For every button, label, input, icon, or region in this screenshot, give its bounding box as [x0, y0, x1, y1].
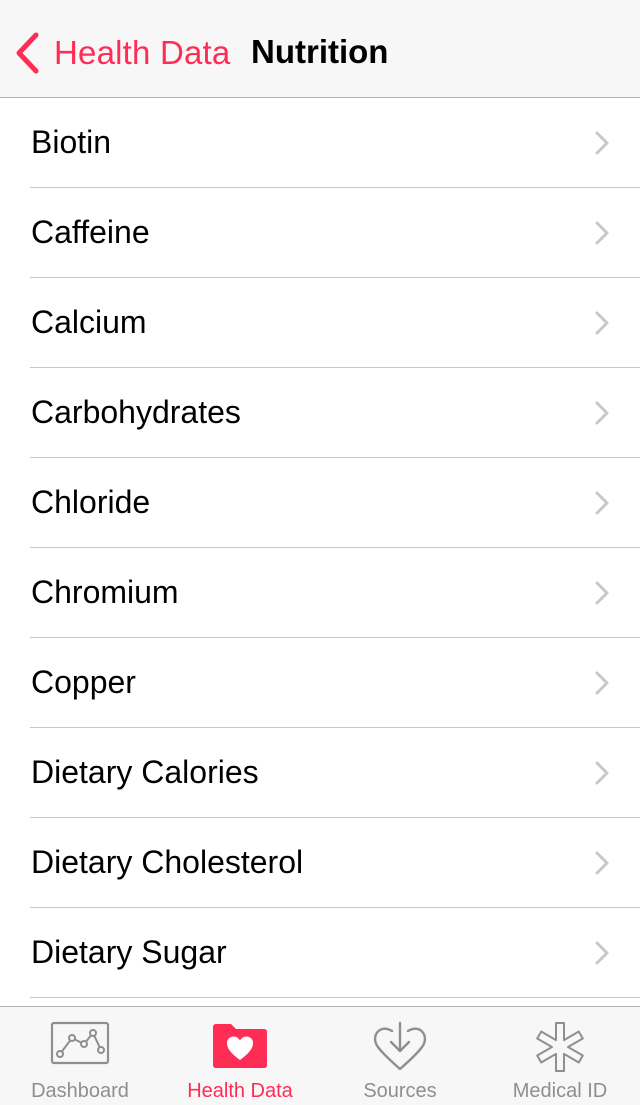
back-button[interactable]: Health Data — [12, 26, 230, 80]
tab-dashboard[interactable]: Dashboard — [0, 1007, 160, 1105]
navigation-bar: Health Data Nutrition — [0, 0, 640, 98]
chevron-right-icon — [595, 491, 609, 515]
chevron-right-icon — [595, 941, 609, 965]
list-item-label: Carbohydrates — [31, 393, 241, 430]
list-item-label: Caffeine — [31, 213, 150, 250]
list-item-chromium[interactable]: Chromium — [0, 548, 640, 638]
list-item-dietary-cholesterol[interactable]: Dietary Cholesterol — [0, 818, 640, 908]
page-title: Nutrition — [251, 33, 389, 70]
list-item-caffeine[interactable]: Caffeine — [0, 188, 640, 278]
chevron-right-icon — [595, 311, 609, 335]
heart-folder-icon — [213, 1024, 267, 1068]
back-button-label: Health Data — [54, 34, 231, 71]
dashboard-chart-icon — [50, 1021, 110, 1065]
chevron-right-icon — [595, 221, 609, 245]
list-item-calcium[interactable]: Calcium — [0, 278, 640, 368]
tab-health-data[interactable]: Health Data — [160, 1007, 320, 1105]
list-item-chloride[interactable]: Chloride — [0, 458, 640, 548]
list-item-label: Dietary Sugar — [31, 933, 227, 970]
tab-label: Dashboard — [31, 1080, 129, 1102]
chevron-right-icon — [595, 401, 609, 425]
separator — [30, 997, 640, 998]
nutrition-screen: Health Data Nutrition Biotin Caffeine Ca… — [0, 0, 640, 1105]
tab-bar: Dashboard Health Data Sources Medical ID — [0, 1006, 640, 1105]
list-item-dietary-calories[interactable]: Dietary Calories — [0, 728, 640, 818]
list-item-copper[interactable]: Copper — [0, 638, 640, 728]
chevron-right-icon — [595, 131, 609, 155]
tab-medical-id[interactable]: Medical ID — [480, 1007, 640, 1105]
tab-label: Medical ID — [512, 1080, 608, 1102]
chevron-right-icon — [595, 761, 609, 785]
list-item-label: Dietary Cholesterol — [31, 843, 304, 880]
chevron-right-icon — [595, 851, 609, 875]
list-item-label: Dietary Calories — [31, 753, 259, 790]
nutrition-list: Biotin Caffeine Calcium Carbohydrates Ch… — [0, 98, 640, 1007]
tab-sources[interactable]: Sources — [320, 1007, 480, 1105]
list-item-dietary-sugar[interactable]: Dietary Sugar — [0, 908, 640, 998]
list-item-label: Biotin — [31, 123, 112, 160]
chevron-right-icon — [595, 581, 609, 605]
list-item-carbohydrates[interactable]: Carbohydrates — [0, 368, 640, 458]
tab-label: Sources — [363, 1080, 437, 1102]
list-item-label: Chromium — [31, 573, 179, 610]
heart-download-icon — [373, 1021, 427, 1071]
list-item-label: Calcium — [31, 303, 147, 340]
list-item-label: Chloride — [31, 483, 151, 520]
list-item-biotin[interactable]: Biotin — [0, 98, 640, 188]
tab-label: Health Data — [187, 1080, 293, 1102]
list-item-label: Copper — [31, 663, 136, 700]
chevron-right-icon — [595, 671, 609, 695]
chevron-left-icon — [16, 32, 39, 74]
medical-star-icon — [536, 1022, 584, 1072]
